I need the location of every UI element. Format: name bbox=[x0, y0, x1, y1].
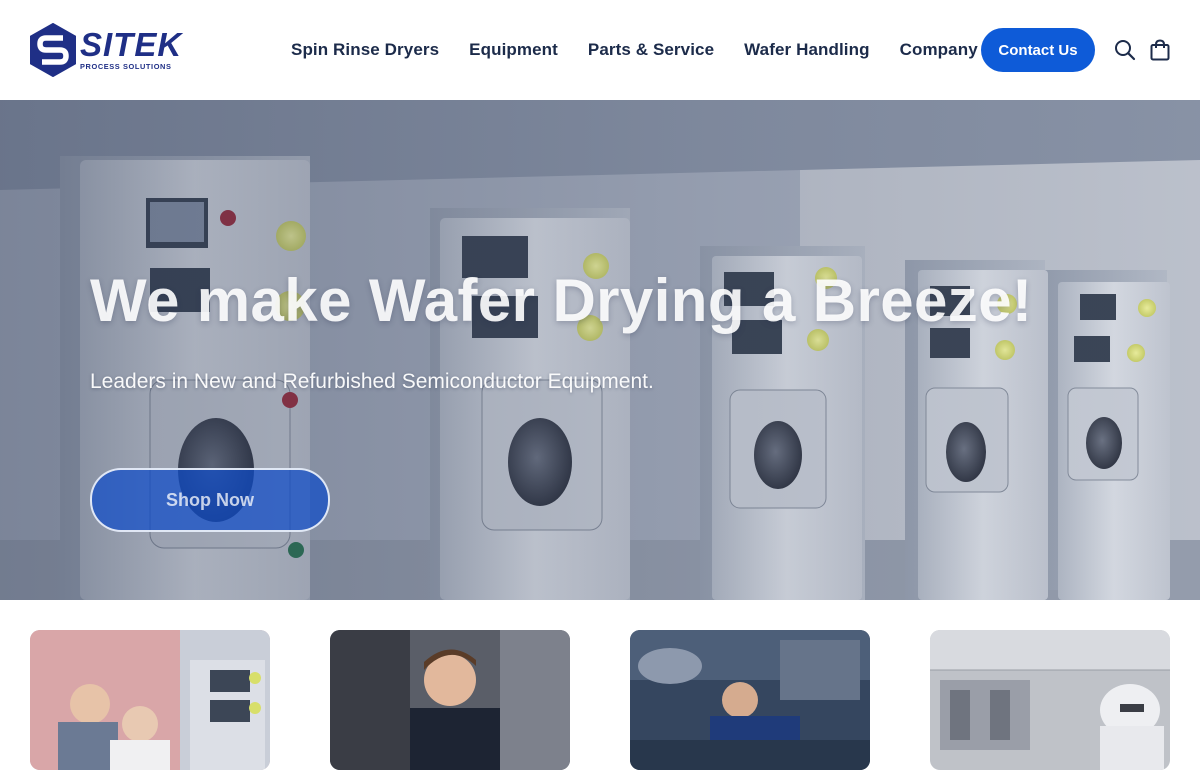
sitek-logo[interactable]: SITEK PROCESS SOLUTIONS bbox=[30, 23, 205, 77]
hero-subtitle: Leaders in New and Refurbished Semicondu… bbox=[90, 370, 654, 393]
nav-equipment[interactable]: Equipment bbox=[469, 40, 558, 60]
card-repair[interactable] bbox=[630, 630, 870, 770]
card-cleanroom[interactable] bbox=[930, 630, 1170, 770]
shopping-bag-icon[interactable] bbox=[1148, 38, 1172, 62]
nav-company[interactable]: Company bbox=[900, 40, 978, 60]
card-image bbox=[930, 630, 1170, 770]
main-nav: Spin Rinse Dryers Equipment Parts & Serv… bbox=[291, 0, 1008, 100]
card-technician[interactable] bbox=[330, 630, 570, 770]
card-image bbox=[30, 630, 270, 770]
hero-banner: We make Wafer Drying a Breeze! Leaders i… bbox=[0, 100, 1200, 600]
contact-us-button[interactable]: Contact Us bbox=[981, 28, 1095, 72]
brand-tagline: PROCESS SOLUTIONS bbox=[80, 62, 172, 71]
nav-wafer-handling[interactable]: Wafer Handling bbox=[744, 40, 869, 60]
feature-cards bbox=[0, 600, 1200, 770]
card-image bbox=[630, 630, 870, 770]
hero-title: We make Wafer Drying a Breeze! bbox=[90, 267, 1033, 334]
nav-parts-service[interactable]: Parts & Service bbox=[588, 40, 714, 60]
brand-name: SITEK bbox=[80, 26, 183, 63]
card-engineers[interactable] bbox=[30, 630, 270, 770]
logo-mark-icon bbox=[30, 23, 76, 77]
nav-spin-rinse-dryers[interactable]: Spin Rinse Dryers bbox=[291, 40, 439, 60]
site-header: SITEK PROCESS SOLUTIONS Spin Rinse Dryer… bbox=[0, 0, 1200, 100]
shop-now-button[interactable]: Shop Now bbox=[90, 468, 330, 532]
card-image bbox=[330, 630, 570, 770]
search-icon[interactable] bbox=[1113, 38, 1137, 62]
